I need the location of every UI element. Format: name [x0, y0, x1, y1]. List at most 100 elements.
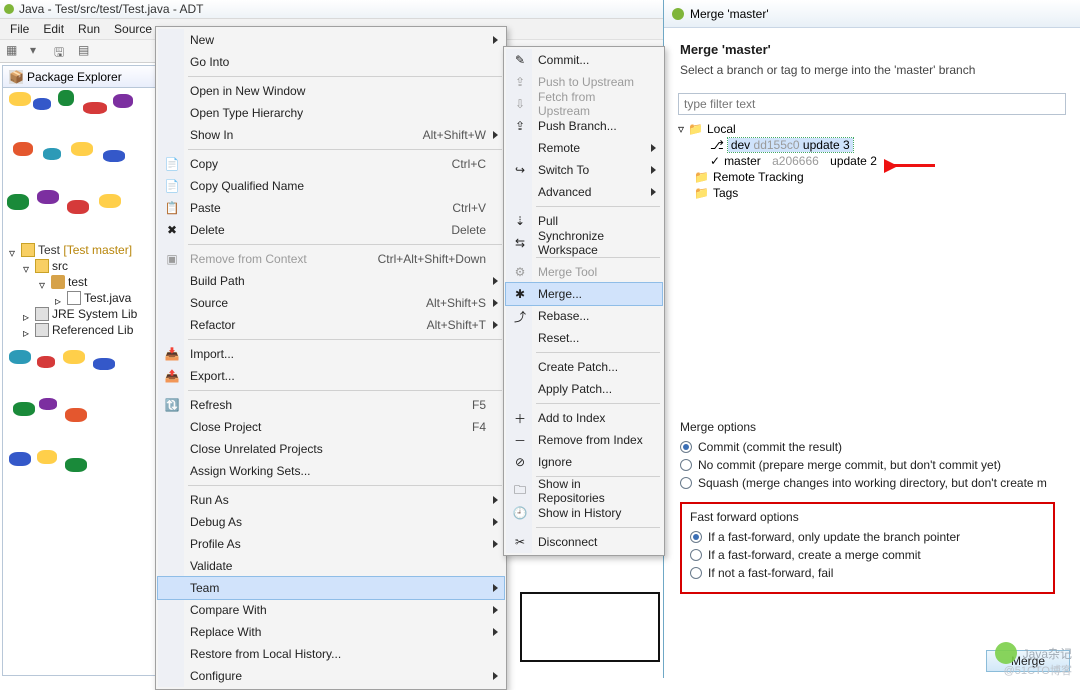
menu-item-ignore[interactable]: ⊘Ignore — [506, 451, 662, 473]
dialog-titlebar[interactable]: Merge 'master' — [664, 0, 1080, 28]
menu-item-rebase[interactable]: ⤴Rebase... — [506, 305, 662, 327]
menu-item-label: Remote — [538, 141, 644, 155]
submenu-arrow-icon — [493, 518, 498, 526]
menu-file[interactable]: File — [4, 20, 35, 38]
branch-master[interactable]: ✓ master a206666 update 2 — [678, 153, 1066, 169]
menu-item-validate[interactable]: Validate — [158, 555, 504, 577]
ff-only-update[interactable]: If a fast-forward, only update the branc… — [690, 528, 1045, 546]
menu-item-commit[interactable]: ✎Commit... — [506, 49, 662, 71]
src-folder[interactable]: ▿ src — [5, 258, 179, 274]
radio-icon[interactable] — [690, 531, 702, 543]
tags-node[interactable]: 📁Tags — [678, 185, 1066, 201]
menu-item-close-project[interactable]: Close ProjectF4 — [158, 416, 504, 438]
toolbar-icon[interactable]: ▤ — [78, 43, 94, 59]
menu-item-add-to-index[interactable]: ＋Add to Index — [506, 407, 662, 429]
jre-lib[interactable]: ▹ JRE System Lib — [5, 306, 179, 322]
filter-input[interactable] — [678, 93, 1066, 115]
menu-item-merge[interactable]: ✱Merge... — [506, 283, 662, 305]
toolbar-icon[interactable]: 🖫 — [54, 43, 70, 59]
menu-item-label: Add to Index — [538, 411, 644, 425]
menu-item-close-unrelated-projects[interactable]: Close Unrelated Projects — [158, 438, 504, 460]
menu-item-export[interactable]: 📤Export... — [158, 365, 504, 387]
menu-item-open-in-new-window[interactable]: Open in New Window — [158, 80, 504, 102]
menu-item-new[interactable]: New — [158, 29, 504, 51]
menu-item-show-in-history[interactable]: 🕘Show in History — [506, 502, 662, 524]
opt-commit[interactable]: Commit (commit the result) — [680, 438, 1080, 456]
project-node[interactable]: ▿ Test [Test master] — [5, 242, 179, 258]
radio-icon[interactable] — [680, 441, 692, 453]
menu-item-run-as[interactable]: Run As — [158, 489, 504, 511]
expand-icon[interactable]: ▿ — [9, 246, 18, 255]
expand-icon[interactable]: ▿ — [678, 122, 684, 136]
menu-item-assign-working-sets[interactable]: Assign Working Sets... — [158, 460, 504, 482]
team-submenu[interactable]: ✎Commit...⇪Push to Upstream⇩Fetch from U… — [503, 46, 665, 556]
menu-item-compare-with[interactable]: Compare With — [158, 599, 504, 621]
menu-item-create-patch[interactable]: Create Patch... — [506, 356, 662, 378]
menu-item-reset[interactable]: Reset... — [506, 327, 662, 349]
expand-icon[interactable]: ▹ — [55, 294, 64, 303]
menu-item-advanced[interactable]: Advanced — [506, 181, 662, 203]
opt-no-commit[interactable]: No commit (prepare merge commit, but don… — [680, 456, 1080, 474]
menu-item-apply-patch[interactable]: Apply Patch... — [506, 378, 662, 400]
opt-label: Squash (merge changes into working direc… — [698, 476, 1047, 490]
radio-icon[interactable] — [690, 549, 702, 561]
menu-item-team[interactable]: Team — [158, 577, 504, 599]
menu-item-switch-to[interactable]: ↪Switch To — [506, 159, 662, 181]
ff-fail[interactable]: If not a fast-forward, fail — [690, 564, 1045, 582]
menu-item-show-in-repositories[interactable]: 🗀Show in Repositories — [506, 480, 662, 502]
toolbar-icon[interactable]: ▦ — [6, 43, 22, 59]
package-node[interactable]: ▿ test — [5, 274, 179, 290]
menu-source[interactable]: Source — [108, 20, 158, 38]
expand-icon[interactable]: ▿ — [39, 278, 48, 287]
menu-item-copy-qualified-name[interactable]: 📄Copy Qualified Name — [158, 175, 504, 197]
toolbar-icon[interactable]: ▾ — [30, 43, 46, 59]
local-node[interactable]: ▿📁Local — [678, 121, 1066, 137]
menu-item-disconnect[interactable]: ✂Disconnect — [506, 531, 662, 553]
radio-icon[interactable] — [680, 477, 692, 489]
menu-item-label: Refresh — [190, 398, 472, 412]
menu-item-open-type-hierarchy[interactable]: Open Type Hierarchy — [158, 102, 504, 124]
branch-dev[interactable]: ⎇ dev dd155c0 update 3 — [678, 137, 1066, 153]
menu-item-shortcut: Delete — [451, 223, 486, 237]
menu-item-paste[interactable]: 📋PasteCtrl+V — [158, 197, 504, 219]
menu-item-label: Team — [190, 581, 486, 595]
menu-item-push-branch[interactable]: ⇪Push Branch... — [506, 115, 662, 137]
radio-icon[interactable] — [690, 567, 702, 579]
java-file[interactable]: ▹ Test.java — [5, 290, 179, 306]
menu-item-restore-from-local-history[interactable]: Restore from Local History... — [158, 643, 504, 665]
menu-item-delete[interactable]: ✖DeleteDelete — [158, 219, 504, 241]
menu-item-label: Pull — [538, 214, 644, 228]
menu-item-import[interactable]: 📥Import... — [158, 343, 504, 365]
menu-item-build-path[interactable]: Build Path — [158, 270, 504, 292]
expand-icon[interactable]: ▹ — [23, 310, 32, 319]
menu-item-profile-as[interactable]: Profile As — [158, 533, 504, 555]
expand-icon[interactable]: ▿ — [23, 262, 32, 271]
package-label: test — [68, 275, 87, 289]
remote-tracking-node[interactable]: 📁Remote Tracking — [678, 169, 1066, 185]
menu-item-source[interactable]: SourceAlt+Shift+S — [158, 292, 504, 314]
menu-item-refresh[interactable]: 🔃RefreshF5 — [158, 394, 504, 416]
menu-item-configure[interactable]: Configure — [158, 665, 504, 687]
submenu-arrow-icon — [493, 628, 498, 636]
ff-create-commit[interactable]: If a fast-forward, create a merge commit — [690, 546, 1045, 564]
menu-item-refactor[interactable]: RefactorAlt+Shift+T — [158, 314, 504, 336]
radio-icon[interactable] — [680, 459, 692, 471]
menu-item-label: Delete — [190, 223, 451, 237]
menu-item-debug-as[interactable]: Debug As — [158, 511, 504, 533]
context-menu[interactable]: NewGo Into Open in New WindowOpen Type Hi… — [155, 26, 507, 690]
expand-icon[interactable]: ▹ — [23, 326, 32, 335]
opt-squash[interactable]: Squash (merge changes into working direc… — [680, 474, 1080, 492]
menu-item-synchronize-workspace[interactable]: ⇆Synchronize Workspace — [506, 232, 662, 254]
menu-item-replace-with[interactable]: Replace With — [158, 621, 504, 643]
menu-item-copy[interactable]: 📄CopyCtrl+C — [158, 153, 504, 175]
menu-item-show-in[interactable]: Show InAlt+Shift+W — [158, 124, 504, 146]
menu-item-remote[interactable]: Remote — [506, 137, 662, 159]
jre-label: JRE System Lib — [52, 307, 137, 321]
menu-edit[interactable]: Edit — [37, 20, 70, 38]
referenced-lib[interactable]: ▹ Referenced Lib — [5, 322, 179, 338]
menu-run[interactable]: Run — [72, 20, 106, 38]
branch-tree[interactable]: ▿📁Local ⎇ dev dd155c0 update 3 ✓ master … — [678, 121, 1066, 201]
menu-item-label: Run As — [190, 493, 486, 507]
menu-item-go-into[interactable]: Go Into — [158, 51, 504, 73]
menu-item-remove-from-index[interactable]: －Remove from Index — [506, 429, 662, 451]
